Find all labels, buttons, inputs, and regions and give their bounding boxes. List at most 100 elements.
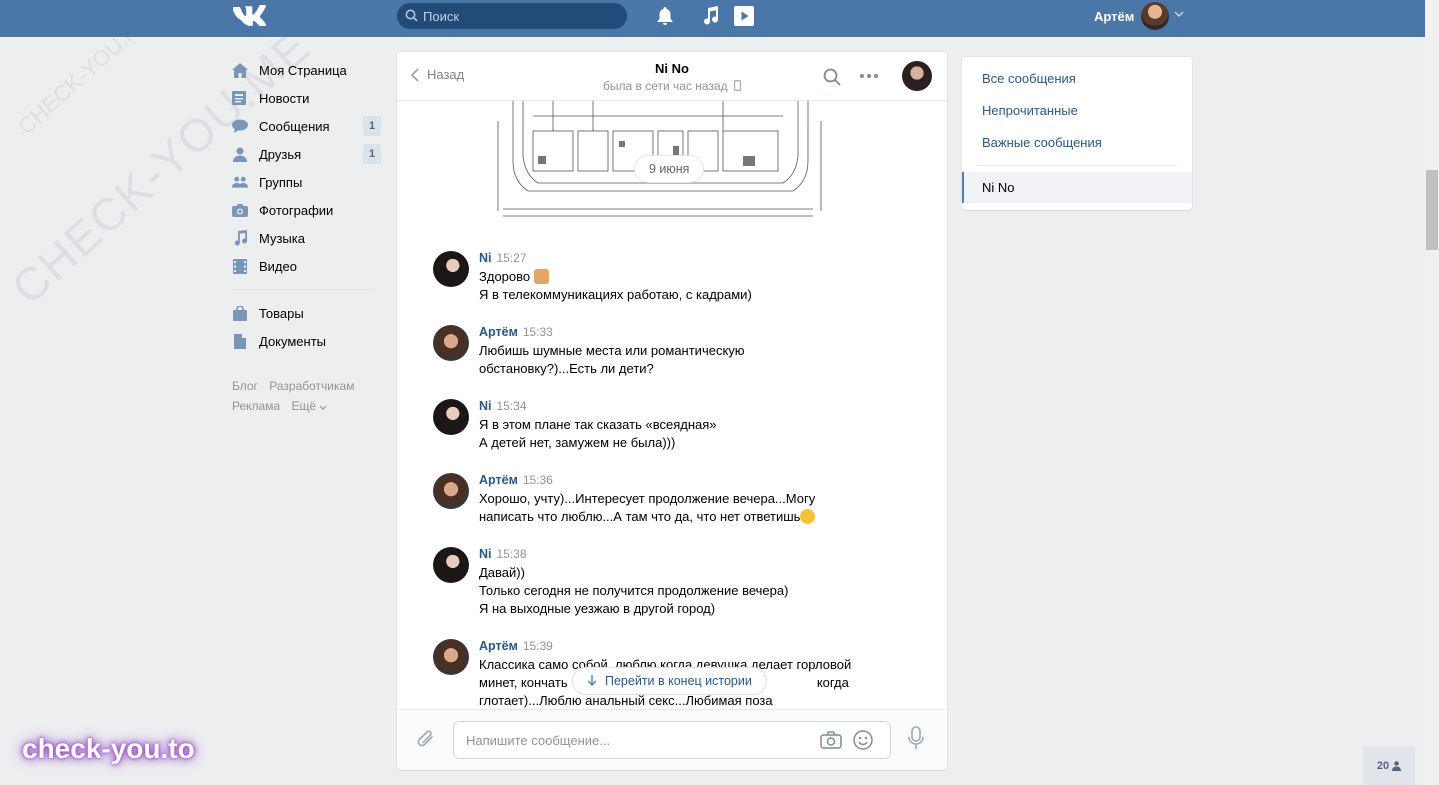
message-history[interactable]: 9 июня Ni 15:27 Здорово Я в телекоммуника… — [397, 101, 947, 709]
message-author[interactable]: Артём — [479, 325, 518, 339]
message-line: глотает)...Люблю анальный секс...Любимая… — [479, 693, 773, 708]
footer-link-blog[interactable]: Блог — [232, 379, 258, 393]
music-note-icon[interactable] — [703, 6, 719, 26]
message-time[interactable]: 15:33 — [523, 325, 553, 339]
footer-link-developers[interactable]: Разработчикам — [269, 379, 354, 393]
message-text: Хорошо, учту)...Интересует продолжение в… — [479, 490, 909, 526]
nav-label: Моя Страница — [259, 62, 347, 78]
filter-important[interactable]: Важные сообщения — [982, 135, 1102, 150]
nav-label: Документы — [259, 333, 327, 349]
camera-icon[interactable] — [820, 731, 842, 749]
friends-count-badge[interactable]: 1 — [363, 144, 381, 164]
news-icon — [232, 90, 248, 106]
peer-avatar[interactable] — [902, 61, 932, 91]
user-name[interactable]: Артём — [1094, 9, 1134, 24]
messages-count-badge[interactable]: 1 — [363, 116, 381, 136]
more-icon[interactable] — [860, 74, 878, 78]
message-meta: Ni 15:38 — [479, 547, 527, 561]
nav-item-photos[interactable]: Фотографии — [232, 196, 382, 224]
nav-item-messages[interactable]: Сообщения 1 — [232, 112, 382, 140]
search-icon[interactable] — [823, 68, 841, 86]
smile-icon[interactable] — [853, 730, 873, 750]
message-meta: Артём 15:39 — [479, 639, 553, 653]
message-time[interactable]: 15:34 — [497, 399, 527, 413]
message-input[interactable] — [466, 722, 806, 758]
message-line: А детей нет, замужем не была))) — [479, 435, 676, 450]
message-time[interactable]: 15:36 — [523, 473, 553, 487]
message-line: Любишь шумные места или романтическую — [479, 343, 745, 358]
search-box[interactable] — [397, 3, 627, 29]
arrow-down-icon — [587, 675, 597, 686]
mobile-phone-icon — [733, 80, 741, 92]
message-author[interactable]: Артём — [479, 473, 518, 487]
message-avatar[interactable] — [433, 639, 469, 675]
friends-icon — [232, 146, 248, 162]
message-line: обстановку?)...Есть ли дети? — [479, 361, 654, 376]
filter-active-conversation[interactable]: Ni No — [962, 172, 1192, 203]
message-meta: Ni 15:27 — [479, 251, 527, 265]
message-line: Давай)) — [479, 565, 525, 580]
nav-item-music[interactable]: Музыка — [232, 224, 382, 252]
bag-icon — [232, 305, 248, 321]
vk-logo-icon[interactable] — [232, 5, 266, 27]
nav-item-documents[interactable]: Документы — [232, 327, 382, 355]
online-count: 20 — [1376, 760, 1390, 772]
message-author[interactable]: Ni — [479, 399, 492, 413]
message-time[interactable]: 15:39 — [523, 639, 553, 653]
message-line: Только сегодня не получится продолжение … — [479, 583, 789, 598]
nav-divider — [232, 289, 374, 290]
filters-divider — [977, 165, 1177, 166]
play-video-icon[interactable] — [732, 5, 756, 27]
video-icon — [232, 258, 248, 274]
filter-unread[interactable]: Непрочитанные — [982, 103, 1078, 118]
nav-label: Новости — [259, 90, 310, 106]
search-input[interactable] — [423, 3, 618, 29]
paperclip-icon[interactable] — [416, 728, 436, 750]
message-time[interactable]: 15:27 — [497, 251, 527, 265]
message-avatar[interactable] — [433, 325, 469, 361]
microphone-icon[interactable] — [907, 726, 925, 751]
watermark-brand: check-you.to — [22, 733, 195, 764]
nav-item-goods[interactable]: Товары — [232, 299, 382, 327]
nav-label: Друзья — [259, 146, 302, 162]
user-avatar[interactable] — [1141, 2, 1169, 30]
thumbs-up-emoji-icon — [533, 269, 549, 284]
message-meta: Ni 15:34 — [479, 399, 527, 413]
footer-link-ads[interactable]: Реклама — [232, 399, 280, 413]
message-avatar[interactable] — [433, 473, 469, 509]
message-time[interactable]: 15:38 — [497, 547, 527, 561]
online-friends-button[interactable]: 20 — [1363, 747, 1415, 785]
filter-all-messages[interactable]: Все сообщения — [982, 71, 1076, 86]
message-line: Здорово — [479, 269, 531, 284]
nav-label: Видео — [259, 258, 297, 274]
scrollbar-thumb[interactable] — [1426, 170, 1438, 250]
camera-icon — [232, 202, 248, 218]
scroll-to-end-label: Перейти в конец истории — [605, 674, 752, 688]
chevron-down-icon[interactable] — [1174, 11, 1184, 18]
peer-status-text: была в сети час назад — [603, 79, 728, 93]
bell-icon[interactable] — [656, 6, 674, 26]
nav-item-friends[interactable]: Друзья 1 — [232, 140, 382, 168]
message-author[interactable]: Ni — [479, 547, 492, 561]
footer-link-more[interactable]: Ещё — [291, 399, 327, 413]
nav-item-video[interactable]: Видео — [232, 252, 382, 280]
nav-item-my-page[interactable]: Моя Страница — [232, 56, 382, 84]
message-avatar[interactable] — [433, 251, 469, 287]
message-author[interactable]: Артём — [479, 639, 518, 653]
message-line: Я в этом плане так сказать «всеядная» — [479, 417, 717, 432]
message-meta: Артём 15:36 — [479, 473, 553, 487]
page-scrollbar[interactable] — [1425, 0, 1439, 785]
message-line: написать что люблю...А там что да, что н… — [479, 509, 801, 524]
nav-item-news[interactable]: Новости — [232, 84, 382, 112]
scroll-to-end-button[interactable]: Перейти в конец истории — [573, 668, 766, 694]
message-avatar[interactable] — [433, 399, 469, 435]
message-avatar[interactable] — [433, 547, 469, 583]
smirk-emoji-icon — [800, 509, 816, 524]
message-filters: Все сообщения Непрочитанные Важные сообщ… — [962, 57, 1192, 210]
nav-label: Музыка — [259, 230, 305, 246]
document-icon — [232, 333, 248, 349]
nav-item-groups[interactable]: Группы — [232, 168, 382, 196]
left-nav: Моя Страница Новости Сообщения 1 Друзья … — [232, 56, 382, 355]
message-author[interactable]: Ni — [479, 251, 492, 265]
message-input-box[interactable] — [453, 721, 891, 759]
